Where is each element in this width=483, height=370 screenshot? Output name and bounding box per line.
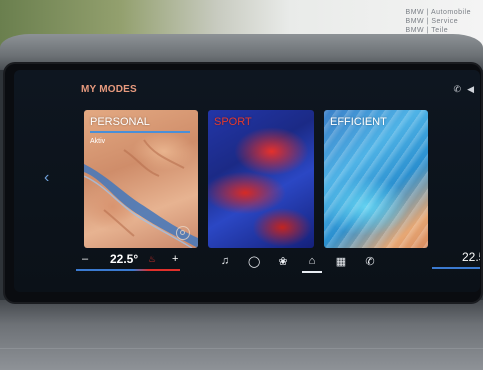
music-icon[interactable]: ♫ <box>219 255 231 267</box>
mode-label: SPORT <box>214 116 252 128</box>
selected-indicator <box>90 131 190 133</box>
mode-label: EFFICIENT <box>330 116 387 128</box>
temp-increase-button[interactable]: + <box>172 253 178 265</box>
mode-card-sport[interactable]: SPORT <box>208 110 314 248</box>
temp-bar-right <box>432 267 480 269</box>
mode-card-personal[interactable]: PERSONAL Aktiv <box>84 110 198 248</box>
page-title: MY MODES <box>81 84 137 95</box>
temp-bar <box>76 269 180 271</box>
dashboard-bottom <box>0 300 483 370</box>
infotainment-screen: MY MODES ✆ ◀ ‹ PERSONAL Aktiv SPORT EFFI… <box>14 70 480 292</box>
temp-decrease-button[interactable]: – <box>82 253 88 265</box>
dock: ♫ ◯ ❀ ⌂ ▦ ✆ <box>219 250 376 273</box>
seat-heat-icon[interactable]: ♨ <box>148 254 158 264</box>
temp-value-right[interactable]: 22.5 <box>462 250 480 264</box>
fan-icon[interactable]: ❀ <box>277 255 289 268</box>
arrow-icon[interactable]: ◀ <box>467 84 474 95</box>
window-sign-line: BMW | Service <box>405 18 459 25</box>
top-right-status: ✆ ◀ <box>454 84 474 95</box>
mode-card-efficient[interactable]: EFFICIENT <box>324 110 428 248</box>
phone-icon[interactable]: ✆ <box>364 255 376 268</box>
mode-label: PERSONAL <box>90 116 150 128</box>
temp-value[interactable]: 22.5° <box>110 252 138 266</box>
gear-icon[interactable] <box>176 226 190 240</box>
phone-icon[interactable]: ✆ <box>454 84 462 95</box>
navigation-icon[interactable]: ◯ <box>248 255 260 268</box>
chevron-left-icon[interactable]: ‹ <box>44 170 49 186</box>
climate-right: 22.5 <box>432 250 480 270</box>
climate-left: – 22.5° ♨ + <box>76 252 186 272</box>
apps-icon[interactable]: ▦ <box>335 255 347 268</box>
mode-status: Aktiv <box>90 138 106 145</box>
bottom-bar: – 22.5° ♨ + ♫ ◯ ❀ ⌂ ▦ ✆ 22.5 <box>14 250 480 276</box>
window-sign-line: BMW | Automobile <box>405 9 471 16</box>
window-sign: BMW | Automobile BMW | Service BMW | Tei… <box>406 8 471 35</box>
home-icon[interactable]: ⌂ <box>302 255 322 273</box>
